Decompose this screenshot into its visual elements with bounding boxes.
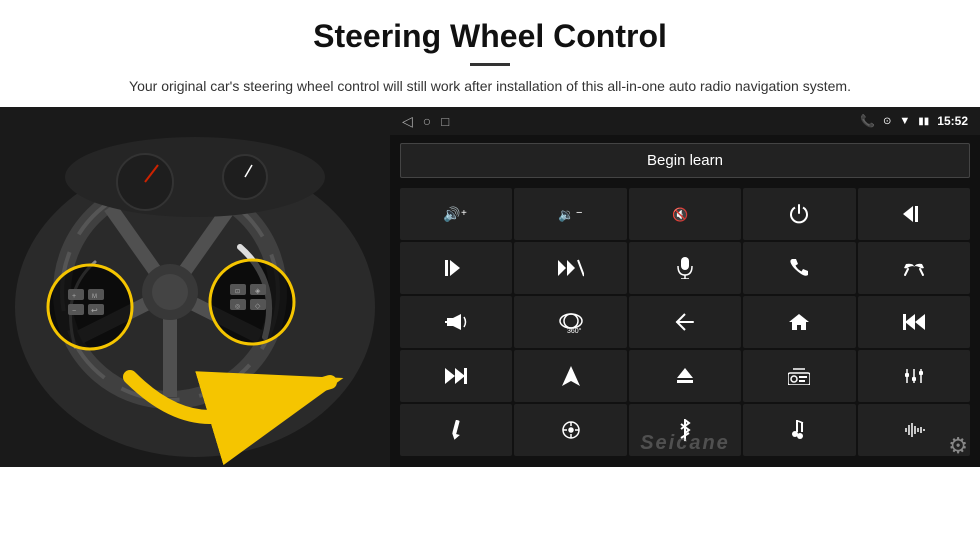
page-title: Steering Wheel Control	[60, 18, 920, 55]
subtitle: Your original car's steering wheel contr…	[100, 76, 880, 97]
clock: 15:52	[937, 114, 968, 128]
vol-down-button[interactable]: 🔉−	[514, 188, 626, 240]
content-row: + M − ↩ ⊡ ◈ ◎ ◇	[0, 107, 980, 548]
status-bar-info: 📞 ⊙ ▼ ▮▮ 15:52	[860, 114, 968, 128]
status-bar-nav: ◁ ○ □	[402, 113, 449, 130]
back-icon: ◁	[402, 113, 413, 130]
home-icon: ○	[423, 113, 431, 129]
page-wrapper: Steering Wheel Control Your original car…	[0, 0, 980, 548]
mic-button[interactable]	[629, 242, 741, 294]
horn-button[interactable]	[400, 296, 512, 348]
svg-text:◇: ◇	[255, 303, 261, 310]
phone-call-button[interactable]	[743, 242, 855, 294]
svg-text:+: +	[461, 208, 467, 219]
skip-mute-button[interactable]	[514, 242, 626, 294]
svg-text:−: −	[576, 207, 582, 219]
battery-icon: ▮▮	[918, 116, 929, 127]
svg-text:◈: ◈	[255, 288, 261, 295]
steering-section: + M − ↩ ⊡ ◈ ◎ ◇	[0, 107, 390, 467]
watermark: Seicane	[640, 432, 730, 455]
svg-text:−: −	[72, 308, 76, 315]
phone-icon: 📞	[860, 114, 875, 128]
svg-text:+: +	[72, 293, 76, 300]
navigation-button[interactable]	[514, 350, 626, 402]
wifi-icon: ▼	[899, 115, 910, 127]
svg-text:M: M	[92, 294, 97, 300]
svg-text:🔉: 🔉	[558, 207, 574, 223]
title-divider	[470, 63, 510, 66]
radio-button[interactable]	[743, 350, 855, 402]
hang-up-button[interactable]	[858, 242, 970, 294]
music-button[interactable]	[743, 404, 855, 456]
svg-text:↩: ↩	[91, 306, 98, 315]
steering-wheel-illustration: + M − ↩ ⊡ ◈ ◎ ◇	[0, 107, 390, 467]
eject-button[interactable]	[629, 350, 741, 402]
pen-button[interactable]	[400, 404, 512, 456]
begin-learn-row: Begin learn	[390, 135, 980, 186]
svg-text:🔇: 🔇	[672, 207, 688, 222]
menu-circle-button[interactable]	[514, 404, 626, 456]
prev-track-button[interactable]	[858, 188, 970, 240]
power-button[interactable]	[743, 188, 855, 240]
status-bar: ◁ ○ □ 📞 ⊙ ▼ ▮▮ 15:52	[390, 107, 980, 135]
mute-button[interactable]: 🔇	[629, 188, 741, 240]
header-section: Steering Wheel Control Your original car…	[0, 0, 980, 107]
svg-text:⊡: ⊡	[235, 289, 240, 295]
location-icon: ⊙	[883, 116, 891, 127]
home-nav-button[interactable]	[743, 296, 855, 348]
equalizer-button[interactable]	[858, 350, 970, 402]
fast-fwd-button[interactable]	[400, 350, 512, 402]
vol-up-button[interactable]: 🔊+	[400, 188, 512, 240]
cam-360-button[interactable]: 360°	[514, 296, 626, 348]
begin-learn-button[interactable]: Begin learn	[400, 143, 970, 178]
back-nav-button[interactable]	[629, 296, 741, 348]
svg-text:🔊: 🔊	[443, 205, 460, 223]
controls-grid: 🔊+ 🔉− 🔇	[390, 186, 980, 458]
svg-text:360°: 360°	[567, 327, 582, 333]
settings-icon[interactable]: ⚙	[948, 433, 968, 459]
next-track-button[interactable]	[400, 242, 512, 294]
display-section: ◁ ○ □ 📞 ⊙ ▼ ▮▮ 15:52 Begin learn	[390, 107, 980, 467]
skip-back-button[interactable]	[858, 296, 970, 348]
steering-bg: + M − ↩ ⊡ ◈ ◎ ◇	[0, 107, 390, 467]
svg-text:◎: ◎	[235, 304, 240, 310]
recent-icon: □	[441, 114, 449, 129]
